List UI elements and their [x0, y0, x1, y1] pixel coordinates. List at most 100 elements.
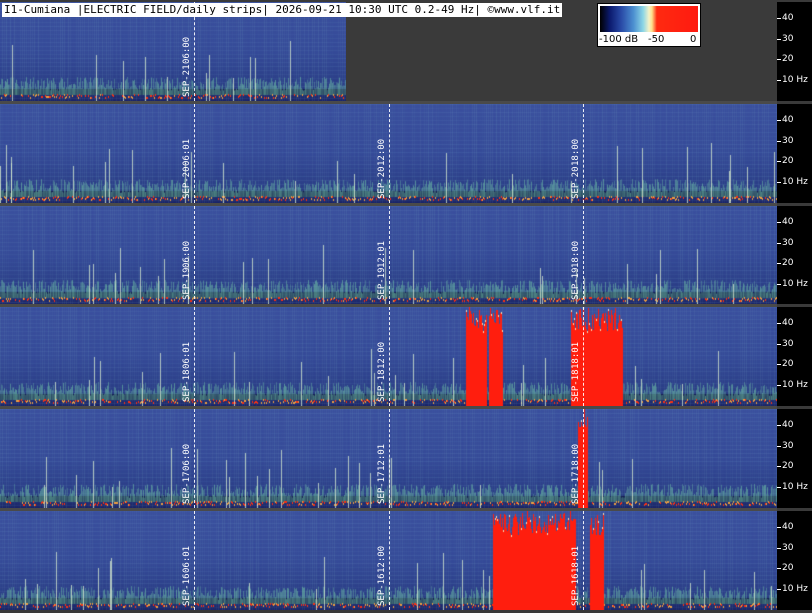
spectrogram-stage: I1-Cumiana |ELECTRIC FIELD/daily strips|… [0, 0, 812, 613]
axis-tick-label: 20 [782, 258, 794, 268]
axis-tick [777, 120, 781, 121]
axis-tick-label: 20 [782, 563, 794, 573]
axis-tick-label: 20 [782, 156, 794, 166]
time-label: 18:00 [571, 138, 581, 166]
strip-sep-20: 06:01 SEP-20 12:00 SEP-20 18:00 SEP-20 [0, 104, 777, 203]
axis-tick-label: 40 [782, 115, 794, 125]
axis-tick [777, 548, 781, 549]
axis-tick-label: 30 [782, 441, 794, 451]
time-marker-line [389, 409, 390, 508]
time-marker-line [583, 307, 584, 406]
axis-tick-label: 30 [782, 238, 794, 248]
time-marker-line [194, 307, 195, 406]
time-label: 12:00 [377, 341, 387, 369]
color-scale-max-label: 0 [690, 34, 697, 45]
strip-sep-19: 06:00 SEP-19 12:01 SEP-19 18:00 SEP-19 [0, 206, 777, 304]
time-marker-line [583, 409, 584, 508]
date-label: SEP-16 [377, 573, 387, 606]
axis-tick-label: 30 [782, 339, 794, 349]
axis-tick-label: 20 [782, 461, 794, 471]
axis-tick-label: 40 [782, 13, 794, 23]
time-label: 12:00 [377, 138, 387, 166]
axis-tick-label: 20 [782, 54, 794, 64]
axis-tick [777, 425, 781, 426]
time-label: 06:00 [182, 36, 192, 64]
time-label: 06:01 [182, 341, 192, 369]
axis-tick [777, 385, 781, 386]
time-label: 18:00 [571, 240, 581, 268]
axis-tick [777, 182, 781, 183]
frequency-axis: 40 30 20 10 Hz [777, 511, 812, 610]
time-label: 06:01 [182, 545, 192, 573]
axis-tick [777, 59, 781, 60]
color-scale-mid-label: -50 [648, 34, 665, 45]
color-scale-legend: -100 dB -50 0 [597, 3, 701, 47]
frequency-axis: 40 30 20 10 Hz [777, 104, 812, 203]
axis-tick [777, 446, 781, 447]
axis-tick [777, 141, 781, 142]
axis-tick-label: 10 Hz [782, 75, 808, 85]
axis-tick [777, 263, 781, 264]
time-label: 18:00 [571, 443, 581, 471]
time-marker-line [389, 104, 390, 203]
strip-sep-17: 06:00 SEP-17 12:01 SEP-17 18:00 SEP-17 [0, 409, 777, 508]
time-marker-line [194, 409, 195, 508]
axis-tick [777, 364, 781, 365]
axis-tick [777, 161, 781, 162]
time-label: 12:01 [377, 240, 387, 268]
axis-tick [777, 284, 781, 285]
time-label: 18:01 [571, 545, 581, 573]
axis-tick-label: 30 [782, 34, 794, 44]
time-label: 18:01 [571, 341, 581, 369]
time-label: 06:00 [182, 240, 192, 268]
time-marker-line [583, 206, 584, 304]
date-label: SEP-21 [182, 64, 192, 97]
time-marker-line [194, 206, 195, 304]
time-marker-line [389, 307, 390, 406]
date-label: SEP-19 [182, 267, 192, 300]
axis-tick [777, 568, 781, 569]
color-scale-gradient [600, 6, 698, 32]
date-label: SEP-18 [377, 369, 387, 402]
strip-sep-18: 06:01 SEP-18 12:00 SEP-18 18:01 SEP-18 [0, 307, 777, 406]
time-marker-line [389, 511, 390, 610]
date-label: SEP-18 [182, 369, 192, 402]
time-label: 12:00 [377, 545, 387, 573]
frequency-axis: 40 30 20 10 Hz [777, 409, 812, 508]
date-label: SEP-18 [571, 369, 581, 402]
date-label: SEP-17 [377, 471, 387, 504]
axis-tick-label: 40 [782, 522, 794, 532]
time-marker-line [194, 511, 195, 610]
date-label: SEP-17 [182, 471, 192, 504]
axis-tick-label: 40 [782, 318, 794, 328]
date-label: SEP-19 [571, 267, 581, 300]
axis-tick-label: 10 Hz [782, 177, 808, 187]
axis-tick-label: 20 [782, 359, 794, 369]
page-title: I1-Cumiana |ELECTRIC FIELD/daily strips|… [2, 3, 563, 17]
axis-tick [777, 466, 781, 467]
time-label: 06:01 [182, 138, 192, 166]
date-label: SEP-20 [377, 166, 387, 199]
axis-tick-label: 10 Hz [782, 482, 808, 492]
axis-tick-label: 10 Hz [782, 584, 808, 594]
axis-tick-label: 30 [782, 136, 794, 146]
frequency-axis: 40 30 20 10 Hz [777, 307, 812, 406]
time-label: 06:00 [182, 443, 192, 471]
axis-tick-label: 10 Hz [782, 279, 808, 289]
axis-tick [777, 18, 781, 19]
date-label: SEP-16 [182, 573, 192, 606]
date-label: SEP-20 [571, 166, 581, 199]
axis-tick [777, 589, 781, 590]
time-marker-line [194, 104, 195, 203]
axis-tick [777, 487, 781, 488]
frequency-axis: 40 30 20 10 Hz [777, 2, 812, 101]
color-scale-min-label: -100 dB [599, 34, 639, 45]
time-marker-line [583, 511, 584, 610]
axis-tick [777, 222, 781, 223]
axis-tick [777, 39, 781, 40]
axis-tick [777, 323, 781, 324]
axis-tick-label: 40 [782, 420, 794, 430]
axis-tick [777, 243, 781, 244]
date-label: SEP-20 [182, 166, 192, 199]
strip-sep-16: 06:01 SEP-16 12:00 SEP-16 18:01 SEP-16 [0, 511, 777, 610]
